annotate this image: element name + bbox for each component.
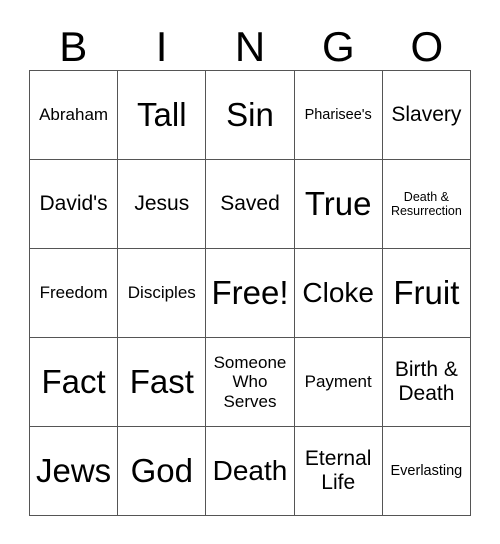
bingo-cell[interactable]: Cloke (294, 249, 383, 338)
bingo-cell[interactable]: Tall (118, 71, 207, 160)
bingo-cell-label: Sin (226, 95, 274, 133)
bingo-cell-label: Cloke (302, 277, 374, 309)
bingo-cell[interactable]: Slavery (382, 71, 471, 160)
bingo-cell[interactable]: Free! (206, 249, 295, 338)
bingo-cell-label: God (130, 451, 193, 489)
bingo-cell[interactable]: Disciples (118, 249, 207, 338)
bingo-cell-label: David's (39, 192, 108, 216)
bingo-cell-label: Eternal Life (304, 447, 372, 494)
bingo-cell[interactable]: Freedom (30, 249, 119, 338)
bingo-cell-label: Slavery (391, 103, 462, 127)
bingo-cell-label: Saved (220, 192, 280, 216)
bingo-header-letter-g: G (322, 23, 355, 70)
bingo-cell[interactable]: Payment (294, 338, 383, 427)
bingo-cell[interactable]: Death (206, 427, 295, 516)
bingo-cell[interactable]: God (118, 427, 207, 516)
bingo-cell[interactable]: Abraham (30, 71, 119, 160)
bingo-cell-label: Everlasting (390, 462, 463, 479)
bingo-cell-label: Fact (41, 362, 106, 400)
bingo-cell[interactable]: Sin (206, 71, 295, 160)
bingo-cell[interactable]: Everlasting (382, 427, 471, 516)
bingo-cell[interactable]: Death & Resurrection (382, 160, 471, 249)
bingo-header-letter-i: I (155, 23, 168, 70)
bingo-cell[interactable]: Eternal Life (294, 427, 383, 516)
bingo-cell[interactable]: Jews (30, 427, 119, 516)
bingo-cell-label: Jews (36, 451, 112, 489)
bingo-cell-label: Fast (129, 362, 194, 400)
bingo-cell-label: Tall (137, 95, 187, 133)
bingo-cell[interactable]: Saved (206, 160, 295, 249)
bingo-card: B I N G O Abraham Tall Sin Pharisee's Slaver… (0, 0, 500, 544)
bingo-cell-label: True (304, 184, 372, 222)
bingo-cell-label: Free! (211, 273, 289, 311)
bingo-header-letter-b: B (59, 23, 88, 70)
bingo-cell-label: Disciples (127, 283, 196, 303)
bingo-cell-label: Jesus (134, 192, 190, 216)
bingo-cell-label: Abraham (39, 105, 109, 125)
bingo-grid: Abraham Tall Sin Pharisee's Slavery David's Je… (29, 70, 471, 516)
bingo-header-letter-n: N (234, 23, 266, 70)
bingo-header-row: B I N G O (29, 14, 471, 70)
bingo-cell[interactable]: Fact (30, 338, 119, 427)
bingo-cell-label: Payment (304, 372, 372, 392)
bingo-cell[interactable]: True (294, 160, 383, 249)
bingo-cell-label: Freedom (39, 283, 108, 303)
bingo-cell[interactable]: Someone Who Serves (206, 338, 295, 427)
bingo-cell[interactable]: Fast (118, 338, 207, 427)
bingo-cell[interactable]: Fruit (382, 249, 471, 338)
bingo-cell-label: Death (212, 455, 288, 487)
bingo-cell[interactable]: Birth & Death (382, 338, 471, 427)
bingo-cell-label: Birth & Death (394, 358, 458, 405)
bingo-cell-label: Someone Who Serves (213, 353, 287, 411)
bingo-cell-label: Death & Resurrection (390, 190, 462, 218)
bingo-header-letter-o: O (410, 23, 444, 70)
bingo-cell-label: Fruit (393, 273, 460, 311)
bingo-cell[interactable]: Pharisee's (294, 71, 383, 160)
bingo-cell[interactable]: David's (30, 160, 119, 249)
bingo-cell[interactable]: Jesus (118, 160, 207, 249)
bingo-cell-label: Pharisee's (304, 106, 372, 123)
